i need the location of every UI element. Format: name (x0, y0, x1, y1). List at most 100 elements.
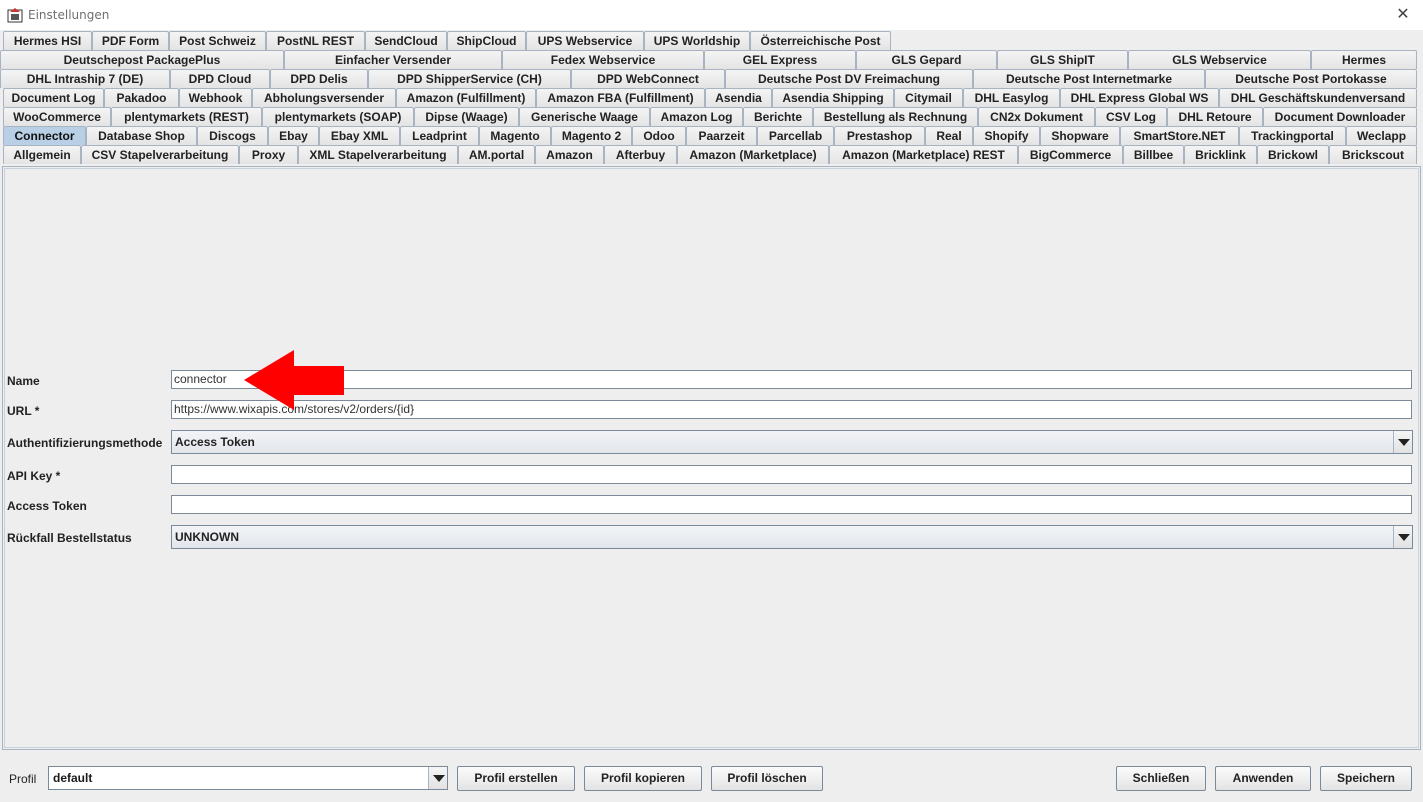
copy-profile-button[interactable]: Profil kopieren (584, 766, 702, 791)
tab[interactable]: Allgemein (3, 145, 81, 164)
tab[interactable]: Odoo (632, 126, 686, 145)
tab[interactable]: BigCommerce (1018, 145, 1123, 164)
chevron-down-icon[interactable] (1393, 526, 1412, 548)
tab[interactable]: Deutsche Post DV Freimachung (725, 69, 973, 88)
tab[interactable]: Post Schweiz (169, 31, 266, 50)
delete-profile-button[interactable]: Profil löschen (711, 766, 823, 791)
tab[interactable]: Parcellab (757, 126, 834, 145)
api-key-field[interactable] (171, 465, 1412, 484)
tab[interactable]: Afterbuy (604, 145, 677, 164)
tab[interactable]: Hermes (1311, 50, 1417, 69)
tab[interactable]: Magento 2 (551, 126, 632, 145)
close-button[interactable]: Schließen (1116, 766, 1206, 791)
auth-method-value: Access Token (175, 435, 255, 449)
tab[interactable]: Amazon (Marketplace) (677, 145, 829, 164)
tab[interactable]: CSV Stapelverarbeitung (81, 145, 239, 164)
tab[interactable]: DHL Easylog (963, 88, 1060, 107)
fallback-status-select[interactable]: UNKNOWN (171, 525, 1413, 549)
tab[interactable]: Fedex Webservice (502, 50, 704, 69)
save-button[interactable]: Speichern (1320, 766, 1412, 791)
tab[interactable]: DPD Delis (270, 69, 368, 88)
tab[interactable]: Amazon FBA (Fulfillment) (536, 88, 705, 107)
fallback-status-label: Rückfall Bestellstatus (7, 531, 132, 545)
tab[interactable]: Pakadoo (104, 88, 179, 107)
tab[interactable]: Magento (479, 126, 551, 145)
tab[interactable]: XML Stapelverarbeitung (298, 145, 458, 164)
name-field[interactable]: connector (171, 370, 1412, 389)
chevron-down-icon[interactable] (1393, 431, 1412, 453)
tab[interactable]: Einfacher Versender (284, 50, 502, 69)
tab[interactable]: Amazon (535, 145, 604, 164)
tab[interactable]: Document Downloader (1263, 107, 1417, 126)
tab[interactable]: Document Log (3, 88, 104, 107)
tab[interactable]: DPD ShipperService (CH) (368, 69, 571, 88)
tab[interactable]: DHL Retoure (1167, 107, 1263, 126)
tab[interactable]: PostNL REST (266, 31, 365, 50)
tab[interactable]: Generische Waage (519, 107, 650, 126)
tab[interactable]: DHL Intraship 7 (DE) (0, 69, 170, 88)
tab[interactable]: Brickowl (1257, 145, 1329, 164)
tab[interactable]: Berichte (743, 107, 813, 126)
tab[interactable]: Bestellung als Rechnung (813, 107, 978, 126)
tab[interactable]: Bricklink (1184, 145, 1257, 164)
auth-method-select[interactable]: Access Token (171, 430, 1413, 454)
tab[interactable]: Deutsche Post Internetmarke (973, 69, 1205, 88)
tab[interactable]: Leadprint (400, 126, 479, 145)
tab[interactable]: Österreichische Post (750, 31, 891, 50)
tab[interactable]: WooCommerce (3, 107, 111, 126)
tab[interactable]: Asendia Shipping (772, 88, 894, 107)
tab[interactable]: Ebay (268, 126, 319, 145)
tab[interactable]: DPD WebConnect (571, 69, 725, 88)
tab[interactable]: Real (925, 126, 973, 145)
tab[interactable]: Discogs (197, 126, 268, 145)
tab[interactable]: Abholungsversender (252, 88, 396, 107)
tab[interactable]: plentymarkets (SOAP) (262, 107, 414, 126)
url-field[interactable]: https://www.wixapis.com/stores/v2/orders… (171, 400, 1412, 419)
tab[interactable]: Asendia (705, 88, 772, 107)
create-profile-button[interactable]: Profil erstellen (457, 766, 575, 791)
tab[interactable]: Trackingportal (1239, 126, 1346, 145)
tab[interactable]: Hermes HSI (3, 31, 92, 50)
tab[interactable]: SendCloud (365, 31, 447, 50)
tab[interactable]: AM.portal (458, 145, 535, 164)
tab[interactable]: Shopify (973, 126, 1040, 145)
tab[interactable]: Brickscout (1329, 145, 1417, 164)
tab[interactable]: Prestashop (834, 126, 925, 145)
chevron-down-icon[interactable] (428, 767, 447, 789)
tab[interactable]: Amazon (Fulfillment) (396, 88, 536, 107)
tab[interactable]: GLS ShipIT (997, 50, 1128, 69)
tab[interactable]: Dipse (Waage) (414, 107, 519, 126)
close-icon[interactable]: ✕ (1393, 5, 1413, 25)
tab[interactable]: Webhook (179, 88, 252, 107)
tab[interactable]: GEL Express (704, 50, 856, 69)
tab[interactable]: CSV Log (1095, 107, 1167, 126)
tab[interactable]: GLS Webservice (1128, 50, 1311, 69)
tab[interactable]: Paarzeit (686, 126, 757, 145)
access-token-field[interactable] (171, 495, 1412, 514)
tab[interactable]: Proxy (239, 145, 298, 164)
tab[interactable]: Amazon (Marketplace) REST (829, 145, 1018, 164)
tab[interactable]: Deutschepost PackagePlus (0, 50, 284, 69)
tab[interactable]: Weclapp (1346, 126, 1417, 145)
tab[interactable]: PDF Form (92, 31, 169, 50)
tab[interactable]: UPS Worldship (644, 31, 750, 50)
tab[interactable]: GLS Gepard (856, 50, 997, 69)
tab[interactable]: CN2x Dokument (978, 107, 1095, 126)
tab[interactable]: Shopware (1040, 126, 1120, 145)
tab[interactable]: UPS Webservice (526, 31, 644, 50)
apply-button[interactable]: Anwenden (1215, 766, 1311, 791)
profil-select[interactable]: default (48, 766, 448, 790)
tab[interactable]: Citymail (894, 88, 963, 107)
tab[interactable]: DHL Express Global WS (1060, 88, 1219, 107)
tab[interactable]: plentymarkets (REST) (111, 107, 262, 126)
tab[interactable]: Deutsche Post Portokasse (1205, 69, 1417, 88)
tab[interactable]: DHL Geschäftskundenversand (1219, 88, 1417, 107)
tab[interactable]: DPD Cloud (170, 69, 270, 88)
tab[interactable]: Ebay XML (319, 126, 400, 145)
tab[interactable]: Amazon Log (650, 107, 743, 126)
tab-connector[interactable]: Connector (3, 126, 86, 145)
tab[interactable]: SmartStore.NET (1120, 126, 1239, 145)
tab[interactable]: Billbee (1123, 145, 1184, 164)
tab[interactable]: Database Shop (86, 126, 197, 145)
tab[interactable]: ShipCloud (447, 31, 526, 50)
